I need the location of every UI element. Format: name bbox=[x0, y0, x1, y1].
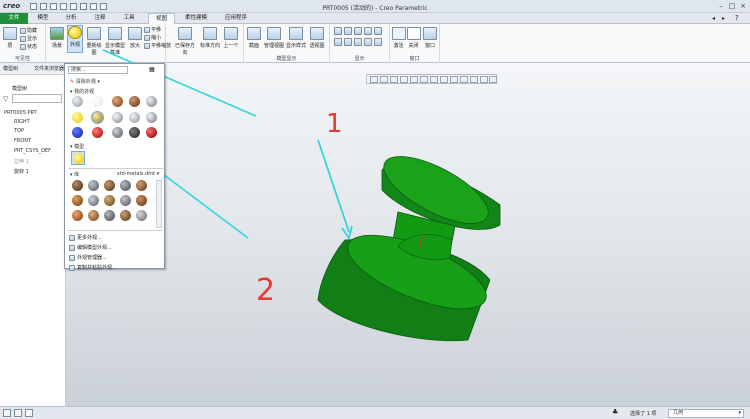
library-label: 库 bbox=[74, 172, 80, 178]
appearance-manager-icon bbox=[69, 254, 75, 261]
swatch-dark-red[interactable] bbox=[146, 127, 157, 138]
copy-paste-icon bbox=[69, 264, 75, 271]
selection-filter-label: 几何 bbox=[673, 410, 684, 416]
appearance-gallery-popup: 搜索... ▦ ✎ 清除外观 ▾ ▾ 我的外观 ▾ 模型 ▾ 库 std-met… bbox=[64, 63, 166, 271]
dropdown-arrow-icon: ▾ bbox=[738, 410, 741, 416]
swatch-lib-6[interactable] bbox=[72, 195, 83, 206]
swatch-lib-11[interactable] bbox=[72, 210, 83, 221]
swatch-lib-8[interactable] bbox=[104, 195, 115, 206]
toggle-browser-icon[interactable] bbox=[14, 409, 22, 417]
clear-appearance-button[interactable]: ✎ 清除外观 ▾ bbox=[70, 78, 100, 85]
swatch-dark-grey[interactable] bbox=[112, 127, 123, 138]
smart-select-icon[interactable]: ♣ bbox=[612, 408, 618, 416]
status-bar: ♣ 选择了 1 项 几何 ▾ bbox=[0, 406, 750, 419]
clear-appearance-label: 清除外观 bbox=[75, 79, 96, 85]
swatch-bronze[interactable] bbox=[112, 96, 123, 107]
swatch-gold-selected[interactable] bbox=[91, 111, 104, 124]
my-appearances-section: ▾ 我的外观 bbox=[70, 88, 94, 95]
swatch-lib-15[interactable] bbox=[136, 210, 147, 221]
separator bbox=[68, 168, 163, 169]
swatch-yellow[interactable] bbox=[72, 112, 83, 123]
view-options-icon[interactable]: ▦ bbox=[149, 66, 155, 73]
more-appearances-label: 更多外观... bbox=[77, 235, 102, 241]
swatch-copper[interactable] bbox=[129, 96, 140, 107]
collapse-icon: ▾ bbox=[70, 172, 73, 178]
swatch-lib-4[interactable] bbox=[120, 180, 131, 191]
my-appearances-grid bbox=[65, 96, 166, 140]
model-section: ▾ 模型 bbox=[70, 143, 84, 150]
part-model[interactable] bbox=[317, 143, 501, 342]
collapse-icon: ▾ bbox=[70, 89, 73, 95]
library-section: ▾ 库 bbox=[70, 171, 79, 178]
appearance-manager-item[interactable]: 外观管理器... bbox=[69, 254, 107, 261]
my-appearances-label: 我的外观 bbox=[74, 89, 95, 95]
swatch-red[interactable] bbox=[92, 127, 103, 138]
model-label: 模型 bbox=[74, 144, 85, 150]
swatch-chrome[interactable] bbox=[112, 112, 123, 123]
appearance-manager-label: 外观管理器... bbox=[77, 255, 107, 261]
swatch-white[interactable] bbox=[92, 96, 103, 107]
swatch-lib-9[interactable] bbox=[120, 195, 131, 206]
annotation-number-2: 2 bbox=[256, 273, 275, 308]
edit-model-appearance-label: 编辑模型外观... bbox=[77, 245, 112, 251]
full-screen-icon[interactable] bbox=[25, 409, 33, 417]
edit-appearance-icon bbox=[69, 244, 75, 251]
swatch-lib-12[interactable] bbox=[88, 210, 99, 221]
swatch-lib-13[interactable] bbox=[104, 210, 115, 221]
swatch-lib-10[interactable] bbox=[136, 195, 147, 206]
model-swatch-frame[interactable] bbox=[71, 151, 85, 165]
swatch-grey[interactable] bbox=[72, 96, 83, 107]
more-appearances-icon bbox=[69, 234, 75, 241]
copy-paste-appearance-item[interactable]: 复制并粘贴外观... bbox=[69, 264, 117, 271]
swatch-steel[interactable] bbox=[129, 112, 140, 123]
swatch-black[interactable] bbox=[129, 127, 140, 138]
swatch-lib-1[interactable] bbox=[72, 180, 83, 191]
swatch-aluminum[interactable] bbox=[146, 112, 157, 123]
library-grid bbox=[65, 180, 155, 228]
dropdown-arrow-icon: ▾ bbox=[156, 171, 160, 177]
selection-filter-select[interactable]: 几何 ▾ bbox=[668, 409, 744, 418]
edit-model-appearance-item[interactable]: 编辑模型外观... bbox=[69, 244, 112, 251]
appearance-search-input[interactable]: 搜索... bbox=[68, 66, 128, 74]
swatch-blue[interactable] bbox=[72, 127, 83, 138]
swatch-lib-14[interactable] bbox=[120, 210, 131, 221]
copy-paste-appearance-label: 复制并粘贴外观... bbox=[77, 265, 117, 271]
library-scrollbar[interactable] bbox=[156, 180, 162, 228]
swatch-model-yellow[interactable] bbox=[73, 153, 84, 164]
library-file-label: std-metals.dmt bbox=[117, 171, 156, 177]
swatch-lib-7[interactable] bbox=[88, 195, 99, 206]
eraser-icon: ✎ bbox=[70, 79, 75, 85]
dropdown-arrow-icon: ▾ bbox=[97, 79, 100, 85]
library-file-select[interactable]: std-metals.dmt ▾ bbox=[117, 171, 159, 177]
separator bbox=[68, 230, 163, 231]
selection-count: 选择了 1 项 bbox=[630, 411, 657, 417]
swatch-silver[interactable] bbox=[146, 96, 157, 107]
collapse-icon: ▾ bbox=[70, 144, 73, 150]
swatch-lib-3[interactable] bbox=[104, 180, 115, 191]
annotation-number-1: 1 bbox=[326, 109, 343, 139]
toggle-navigator-icon[interactable] bbox=[3, 409, 11, 417]
more-appearances-item[interactable]: 更多外观... bbox=[69, 234, 102, 241]
swatch-lib-2[interactable] bbox=[88, 180, 99, 191]
swatch-lib-5[interactable] bbox=[136, 180, 147, 191]
